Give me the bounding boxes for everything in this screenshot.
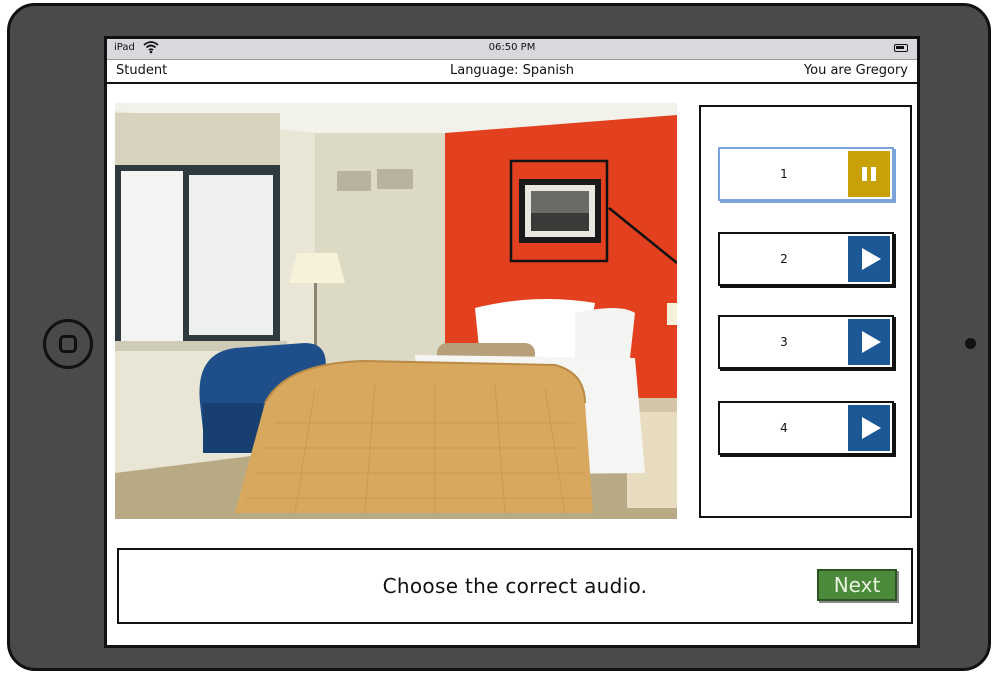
instruction-text: Choose the correct audio.: [382, 574, 648, 598]
audio-option-3[interactable]: 3: [718, 315, 894, 369]
audio-option-1[interactable]: 1: [718, 147, 894, 201]
play-icon[interactable]: [848, 236, 890, 282]
pause-icon[interactable]: [848, 151, 890, 197]
home-square-icon: [59, 335, 77, 353]
status-time: 06:50 PM: [488, 42, 536, 53]
status-bar: iPad 06:50 PM: [107, 39, 917, 60]
audio-option-2[interactable]: 2: [718, 232, 894, 286]
room-photo: [115, 103, 677, 519]
audio-option-label: 1: [780, 167, 788, 181]
play-icon[interactable]: [848, 405, 890, 451]
instruction-bar: Choose the correct audio. Next: [117, 548, 913, 624]
language-label: Language: Spanish: [449, 63, 574, 78]
audio-option-label: 4: [780, 421, 788, 435]
home-button[interactable]: [43, 319, 93, 369]
user-label: You are Gregory: [803, 63, 908, 78]
audio-option-label: 3: [780, 335, 788, 349]
audio-options-panel: 1 2 3 4: [699, 105, 912, 518]
camera-dot: [965, 338, 976, 349]
next-button[interactable]: Next: [817, 569, 897, 601]
audio-option-4[interactable]: 4: [718, 401, 894, 455]
header-bar: Student Language: Spanish You are Gregor…: [107, 60, 917, 84]
audio-option-label: 2: [780, 252, 788, 266]
tablet-screen: iPad 06:50 PM Student Language: Spanish …: [104, 36, 920, 648]
play-icon[interactable]: [848, 319, 890, 365]
battery-icon: [894, 44, 908, 52]
